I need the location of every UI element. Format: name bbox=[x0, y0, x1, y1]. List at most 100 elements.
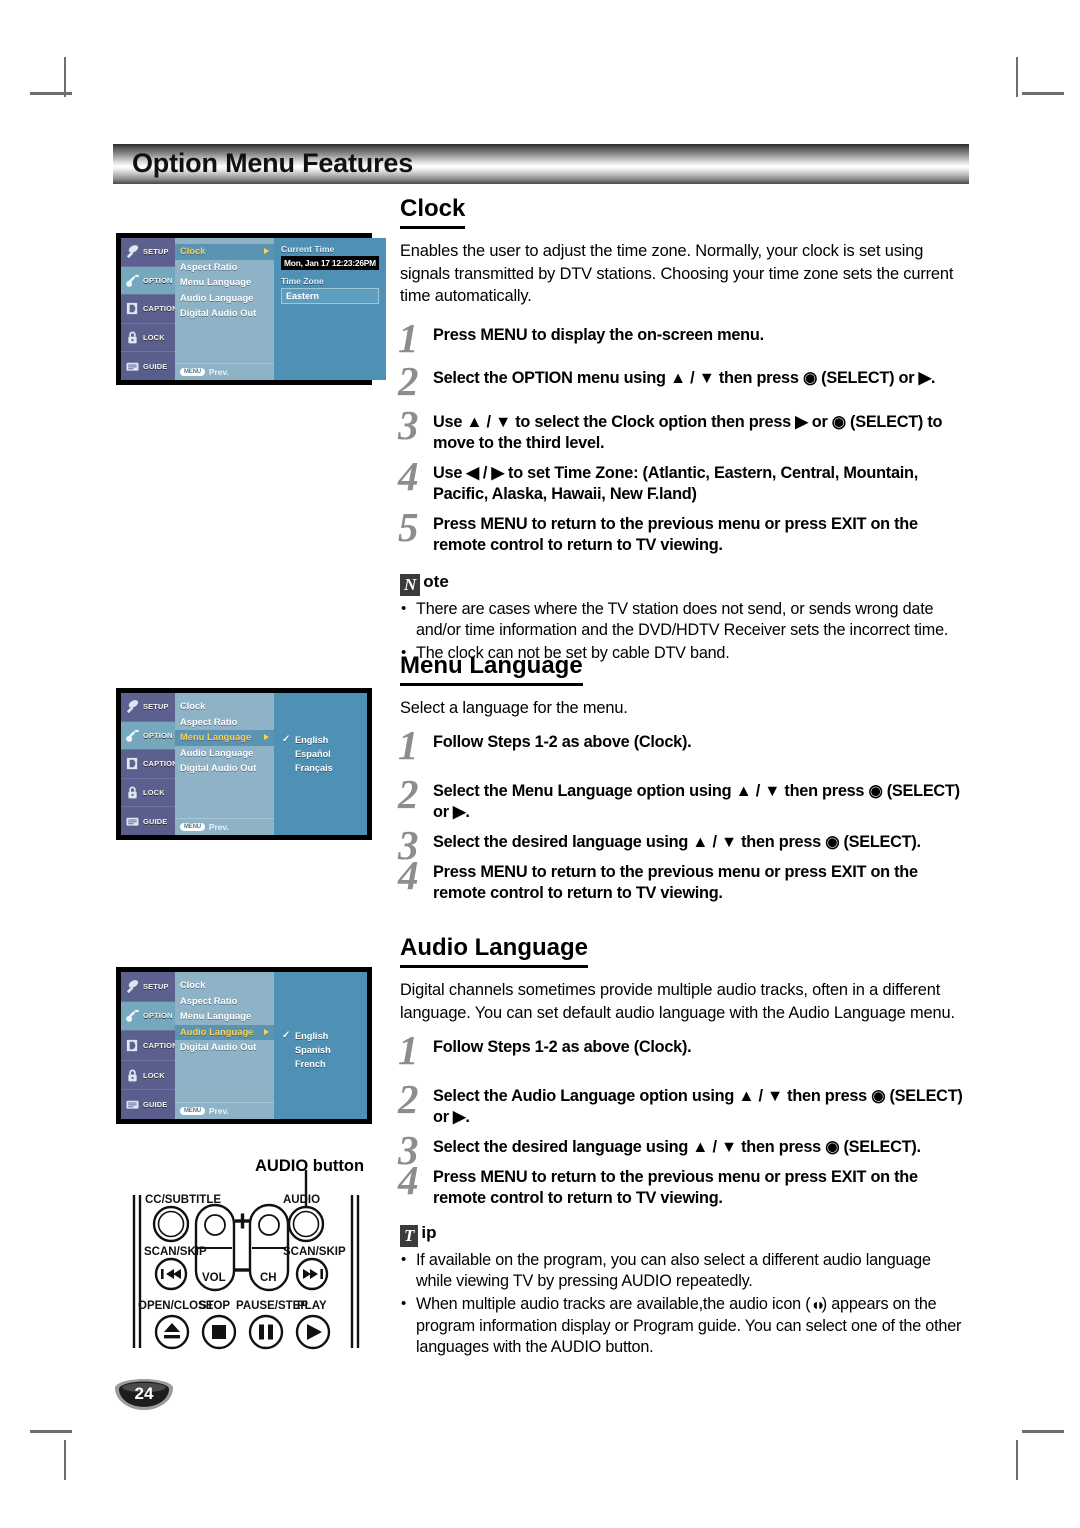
osd-sidebar-item-setup[interactable]: SETUP bbox=[121, 693, 175, 722]
osd-sidebar-label: SETUP bbox=[143, 247, 169, 257]
play-button[interactable] bbox=[295, 1314, 331, 1350]
osd-sidebar-item-option[interactable]: OPTION bbox=[121, 1001, 175, 1032]
pause-step-button[interactable] bbox=[248, 1314, 284, 1350]
osd-menu-item-digital-audio-out[interactable]: Digital Audio Out bbox=[175, 1040, 274, 1056]
osd-menu-item-menu-language[interactable]: Menu Language bbox=[175, 1009, 274, 1025]
osd-screenshot-clock: SETUP OPTION CAPTION LOCK GUIDE Clock As… bbox=[116, 233, 386, 385]
osd-language-option-french[interactable]: French bbox=[281, 1059, 360, 1069]
audio-button[interactable] bbox=[287, 1205, 325, 1243]
step-text: Press MENU to return to the previous men… bbox=[433, 514, 918, 554]
osd-sidebar-item-setup[interactable]: SETUP bbox=[121, 238, 175, 267]
osd-menu-item-digital-audio-out[interactable]: Digital Audio Out bbox=[175, 761, 274, 777]
audio-language-step-2: 2 Select the Audio Language option using… bbox=[398, 1079, 970, 1128]
osd-language-option-espanol[interactable]: Español bbox=[281, 749, 360, 759]
osd-sidebar-item-guide[interactable]: GUIDE bbox=[121, 352, 175, 380]
osd-menu-item-label: Clock bbox=[180, 701, 206, 711]
osd-menu-item-audio-language[interactable]: Audio Language bbox=[175, 291, 274, 307]
satellite-dish-icon bbox=[125, 699, 140, 714]
osd-prev-hint: MENU Prev. bbox=[175, 363, 274, 380]
osd-screenshot-audio-language: SETUP OPTION CAPTION LOCK GUIDE Clock As… bbox=[116, 967, 372, 1124]
caption-icon bbox=[125, 756, 140, 771]
osd-sidebar-label: CAPTION bbox=[143, 1040, 178, 1050]
label-scan-skip-right: SCAN/SKIP bbox=[283, 1246, 346, 1258]
osd-language-option-english[interactable]: English bbox=[281, 1030, 360, 1041]
osd-sidebar-label: GUIDE bbox=[143, 361, 168, 371]
osd-menu-item-aspect-ratio[interactable]: Aspect Ratio bbox=[175, 715, 274, 731]
osd-prev-label: Prev. bbox=[208, 1106, 229, 1116]
osd-menu-item-aspect-ratio[interactable]: Aspect Ratio bbox=[175, 260, 274, 276]
step-text: Follow Steps 1-2 as above (Clock). bbox=[433, 732, 692, 751]
label-stop: STOP bbox=[199, 1300, 230, 1312]
osd-sidebar-item-caption[interactable]: CAPTION bbox=[121, 1031, 178, 1061]
step-number: 2 bbox=[398, 1076, 419, 1123]
padlock-icon bbox=[125, 785, 140, 800]
tip-label: ip bbox=[421, 1223, 437, 1243]
satellite-dish-icon bbox=[125, 979, 140, 994]
page-title: Option Menu Features bbox=[132, 148, 414, 178]
osd-sidebar-label: GUIDE bbox=[143, 816, 168, 826]
step-text: Select the Menu Language option using ▲ … bbox=[433, 781, 960, 821]
audio-language-intro: Digital channels sometimes provide multi… bbox=[400, 981, 955, 1022]
osd-menu-item-audio-language[interactable]: Audio Language bbox=[175, 746, 274, 762]
plus-minus-marks bbox=[235, 1213, 250, 1272]
osd-sidebar-item-lock[interactable]: LOCK bbox=[121, 324, 175, 353]
section-clock: Clock Enables the user to adjust the tim… bbox=[398, 196, 970, 664]
scan-skip-prev-button[interactable] bbox=[154, 1257, 188, 1291]
osd-menu-item-clock[interactable]: Clock bbox=[175, 978, 274, 994]
guide-book-icon bbox=[125, 359, 140, 374]
osd-clock-panel: Current Time Mon, Jan 17 12:23:26PM Time… bbox=[274, 238, 386, 380]
osd-sidebar: SETUP OPTION CAPTION LOCK GUIDE bbox=[121, 238, 177, 380]
step-text: Use ▲ / ▼ to select the Clock option the… bbox=[433, 412, 943, 452]
osd-sidebar-item-caption[interactable]: CAPTION bbox=[121, 750, 177, 779]
osd-sidebar-item-option[interactable]: OPTION bbox=[121, 266, 175, 296]
step-number: 1 bbox=[398, 1027, 419, 1074]
osd-menu-item-label: Audio Language bbox=[180, 1026, 254, 1037]
osd-sidebar-item-lock[interactable]: LOCK bbox=[121, 779, 175, 808]
osd-menu-item-label: Aspect Ratio bbox=[180, 261, 238, 272]
note-label: ote bbox=[423, 571, 449, 591]
open-close-button[interactable] bbox=[154, 1314, 190, 1350]
osd-language-option-francais[interactable]: Français bbox=[281, 763, 360, 773]
osd-language-option-spanish[interactable]: Spanish bbox=[281, 1045, 360, 1055]
osd-sidebar: SETUP OPTION CAPTION LOCK GUIDE bbox=[121, 972, 178, 1119]
section-audio-language: Audio Language Digital channels sometime… bbox=[398, 935, 970, 1358]
osd-menu-item-digital-audio-out[interactable]: Digital Audio Out bbox=[175, 306, 274, 322]
menu-key-badge: MENU bbox=[180, 823, 205, 831]
label-scan-skip-left: SCAN/SKIP bbox=[144, 1246, 207, 1258]
cc-subtitle-button[interactable] bbox=[152, 1205, 190, 1243]
osd-language-option-english[interactable]: English bbox=[281, 734, 360, 745]
clock-step-4: 4 Use ◀ / ▶ to set Time Zone: (Atlantic,… bbox=[398, 455, 970, 505]
osd-menu-item-clock[interactable]: Clock bbox=[175, 699, 274, 715]
osd-sidebar-item-guide[interactable]: GUIDE bbox=[121, 1090, 175, 1119]
stop-button[interactable] bbox=[201, 1314, 237, 1350]
step-number: 2 bbox=[398, 357, 419, 404]
osd-menu-item-aspect-ratio[interactable]: Aspect Ratio bbox=[175, 994, 274, 1010]
osd-menu-item-clock[interactable]: Clock bbox=[175, 244, 274, 260]
osd-sidebar-item-lock[interactable]: LOCK bbox=[121, 1061, 175, 1091]
label-cc-subtitle: CC/SUBTITLE bbox=[145, 1194, 221, 1206]
osd-sidebar-item-guide[interactable]: GUIDE bbox=[121, 807, 175, 835]
chevron-right-icon bbox=[264, 248, 269, 254]
step-text: Follow Steps 1-2 as above (Clock). bbox=[433, 1038, 692, 1057]
audio-language-step-4: 4 Press MENU to return to the previous m… bbox=[398, 1160, 970, 1209]
osd-sidebar-label: LOCK bbox=[143, 333, 165, 343]
osd-sidebar-item-caption[interactable]: CAPTION bbox=[121, 295, 177, 324]
osd-menu-item-menu-language[interactable]: Menu Language bbox=[175, 275, 274, 291]
osd-prev-hint: MENU Prev. bbox=[175, 818, 274, 835]
osd-menu-item-audio-language[interactable]: Audio Language bbox=[175, 1024, 274, 1040]
chevron-right-icon bbox=[264, 1028, 269, 1035]
key-icon bbox=[125, 1008, 140, 1023]
osd-menu-item-menu-language[interactable]: Menu Language bbox=[175, 730, 274, 746]
step-text: Select the desired language using ▲ / ▼ … bbox=[433, 832, 921, 851]
time-zone-value[interactable]: Eastern bbox=[281, 288, 379, 304]
clock-step-3: 3 Use ▲ / ▼ to select the Clock option t… bbox=[398, 404, 970, 454]
section-menu-language: Menu Language Select a language for the … bbox=[398, 653, 970, 904]
osd-sidebar-item-option[interactable]: OPTION bbox=[121, 721, 175, 751]
menu-key-badge: MENU bbox=[180, 1107, 205, 1115]
padlock-icon bbox=[125, 1068, 140, 1083]
crop-mark-bottom-right-vertical bbox=[1016, 1440, 1018, 1480]
osd-sidebar-item-setup[interactable]: SETUP bbox=[121, 972, 175, 1002]
clock-step-1: 1 Press MENU to display the on-screen me… bbox=[398, 317, 970, 358]
osd-sidebar-label: LOCK bbox=[143, 1070, 165, 1080]
scan-skip-next-button[interactable] bbox=[295, 1257, 329, 1291]
